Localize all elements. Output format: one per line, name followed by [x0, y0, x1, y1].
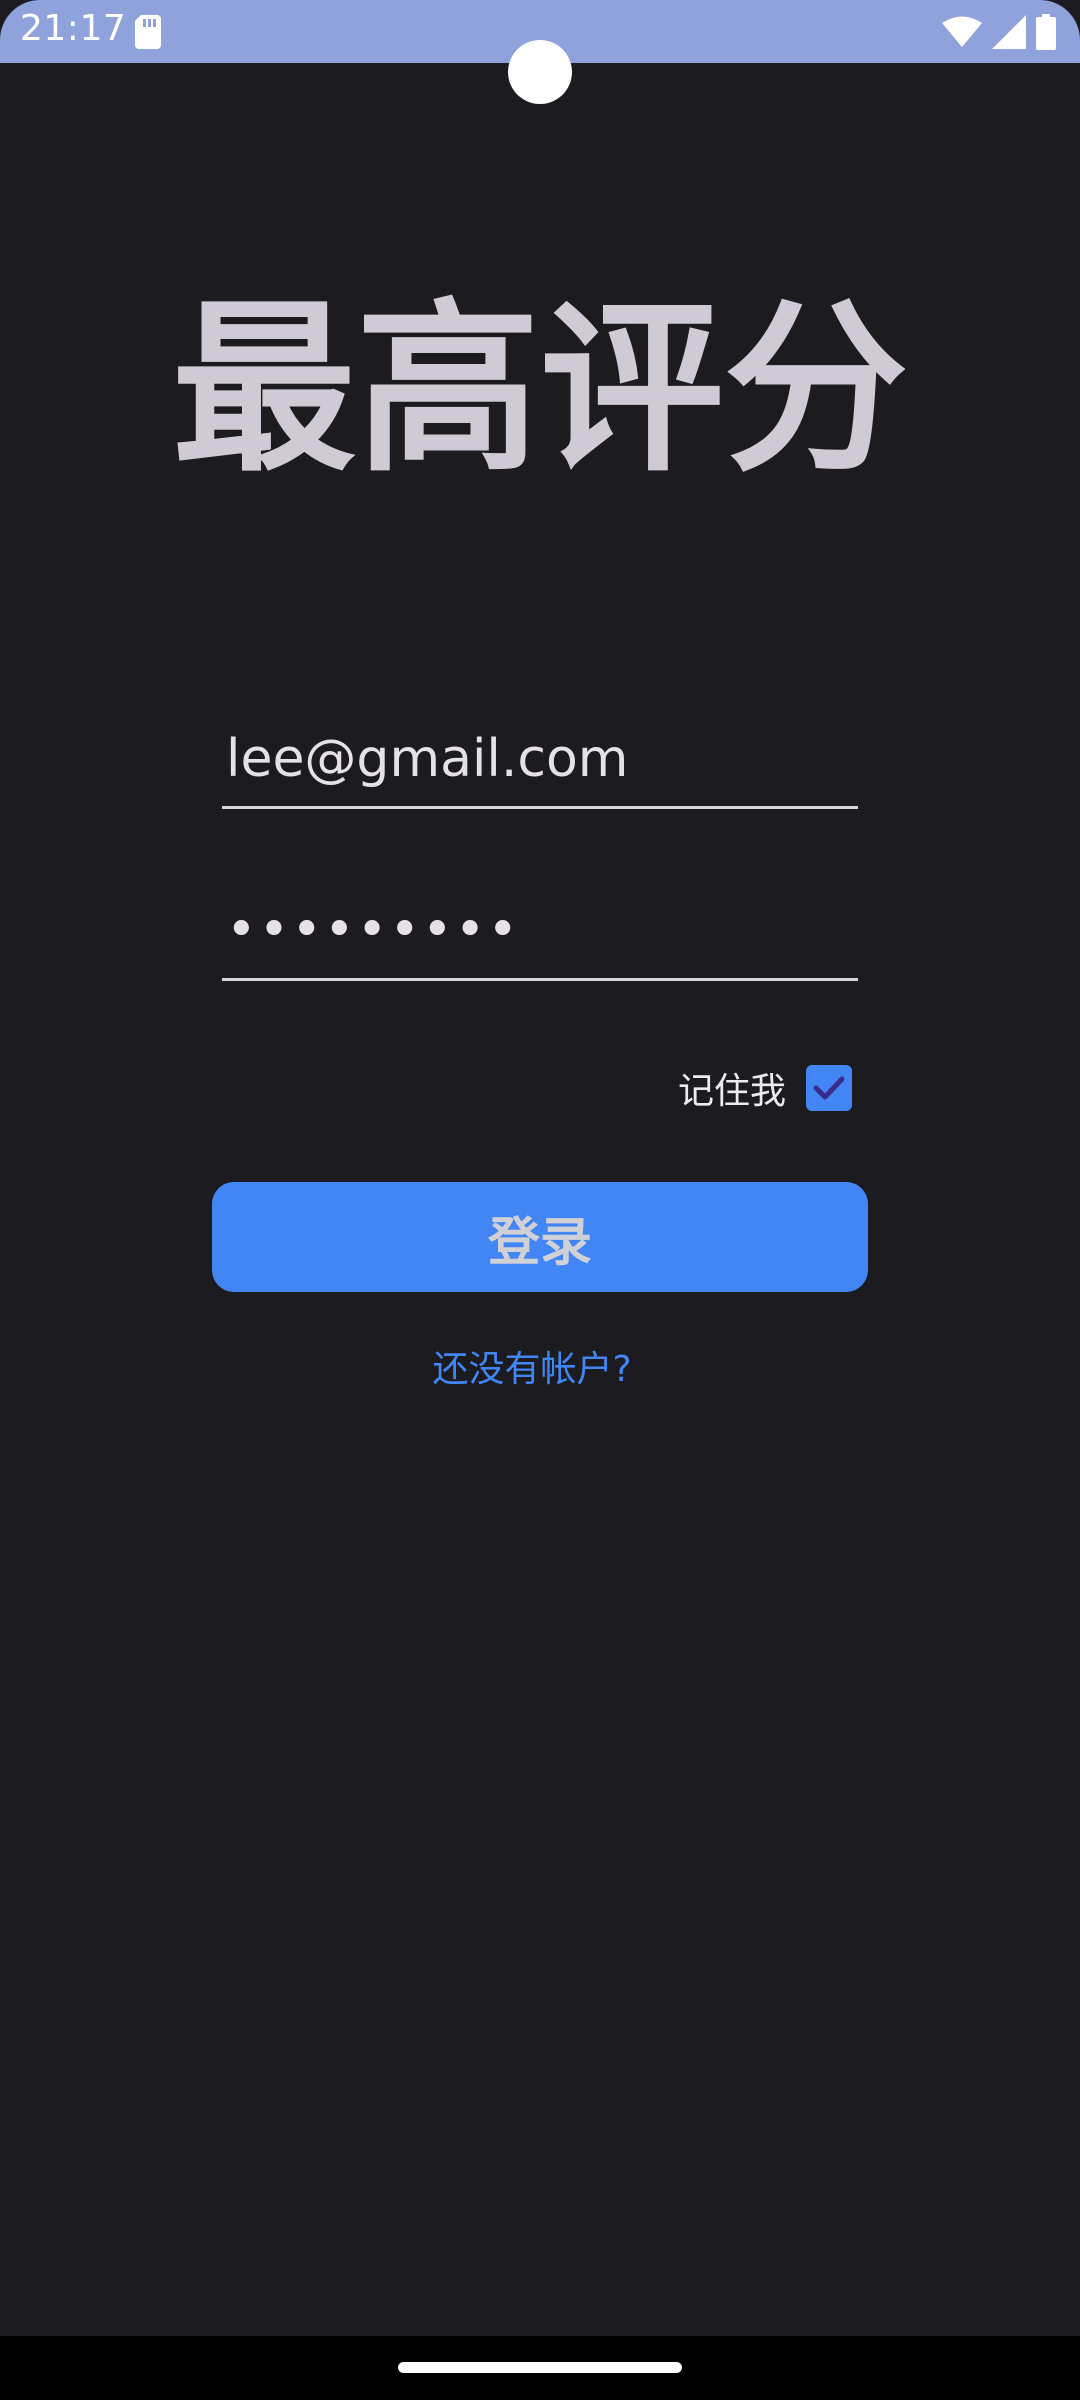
remember-me-row: 记住我 [678, 1060, 852, 1116]
app-title: 最高评分 [171, 283, 908, 497]
checkmark-icon [813, 1076, 845, 1100]
remember-me-label: 记住我 [677, 1071, 786, 1112]
camera-cutout [508, 40, 572, 104]
login-button[interactable]: 登录 [212, 1182, 868, 1292]
home-handle[interactable] [398, 2362, 682, 2373]
login-screen: 21:17 最高评分 记住我 [0, 0, 1080, 2400]
register-link[interactable]: 还没有帐户? [0, 1340, 1064, 1392]
cell-signal-icon [992, 15, 1026, 49]
email-field[interactable] [222, 725, 858, 809]
navigation-bar [0, 2336, 1080, 2400]
wifi-icon [942, 16, 982, 47]
sd-card-icon [135, 15, 161, 49]
status-icons [942, 12, 1056, 52]
status-time: 21:17 [20, 8, 127, 49]
password-field[interactable] [222, 895, 858, 981]
remember-me-checkbox[interactable] [806, 1065, 852, 1111]
battery-icon [1036, 14, 1056, 50]
